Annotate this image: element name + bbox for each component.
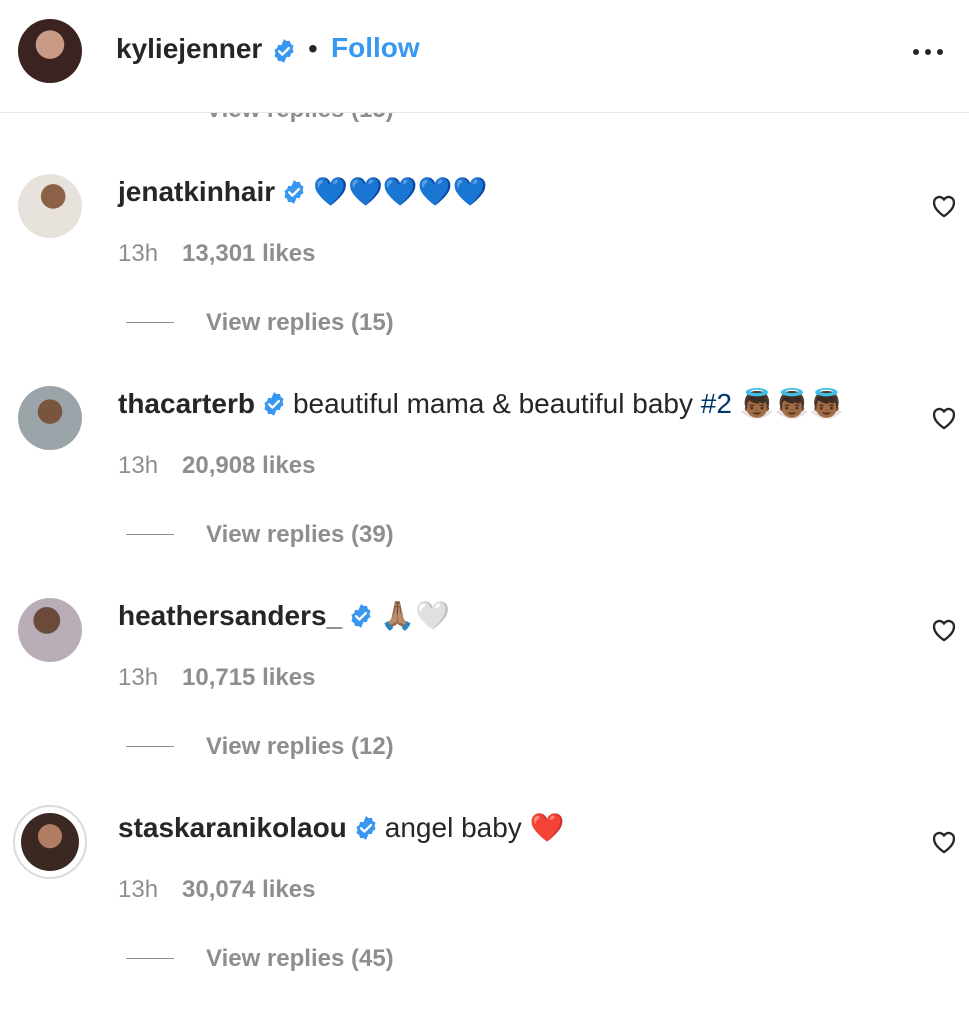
comment-username[interactable]: thacarterb [118, 388, 255, 419]
view-replies-link[interactable]: View replies (12) [206, 733, 394, 761]
comment-body: beautiful mama & beautiful baby [292, 388, 701, 419]
more-horizontal-icon[interactable] [912, 46, 944, 58]
avatar[interactable] [13, 805, 87, 879]
comment-likes[interactable]: 20,908 likes [182, 452, 315, 480]
comment-username[interactable]: heathersanders_ [118, 600, 342, 631]
comment-body: 🙏🏽🤍 [380, 600, 450, 631]
author-avatar[interactable] [18, 19, 82, 83]
avatar[interactable] [18, 386, 82, 450]
comment-time[interactable]: 13h [118, 240, 158, 268]
replies-divider [126, 958, 174, 959]
hashtag-link[interactable]: #2 [701, 388, 732, 419]
comment-body: angel baby ❤️ [384, 812, 565, 843]
comment-likes[interactable]: 10,715 likes [182, 664, 315, 692]
verified-badge-icon [348, 603, 374, 629]
comment-time[interactable]: 13h [118, 452, 158, 480]
comment-username[interactable]: jenatkinhair [118, 176, 275, 207]
verified-badge-icon [261, 391, 287, 417]
author-username[interactable]: kyliejenner [116, 33, 262, 65]
comment-time[interactable]: 13h [118, 876, 158, 904]
avatar[interactable] [18, 598, 82, 662]
comment-item: staskaranikolaou angel baby ❤️ 13h 30,074… [0, 805, 969, 1022]
heart-icon[interactable] [930, 192, 958, 218]
comment-likes[interactable]: 13,301 likes [182, 240, 315, 268]
view-replies-link[interactable]: View replies (39) [206, 521, 394, 549]
view-replies-link[interactable]: View replies (15) [206, 309, 394, 337]
heart-icon[interactable] [930, 616, 958, 642]
replies-divider [126, 746, 174, 747]
comment-time[interactable]: 13h [118, 664, 158, 692]
comment-item: heathersanders_ 🙏🏽🤍 13h 10,715 likes View… [0, 598, 969, 810]
comment-likes[interactable]: 30,074 likes [182, 876, 315, 904]
comment-username[interactable]: staskaranikolaou [118, 812, 347, 843]
view-replies-link[interactable]: View replies (45) [206, 945, 394, 973]
replies-divider [126, 534, 174, 535]
follow-button[interactable]: Follow [331, 32, 420, 64]
heart-icon[interactable] [930, 828, 958, 854]
verified-badge-icon [281, 179, 307, 205]
comment-text: heathersanders_ 🙏🏽🤍 [118, 600, 450, 632]
verified-badge-icon [271, 38, 297, 64]
comment-item: thacarterb beautiful mama & beautiful bab… [0, 386, 969, 598]
separator-dot: • [308, 33, 318, 64]
verified-badge-icon [353, 815, 379, 841]
replies-divider [126, 322, 174, 323]
comment-item: jenatkinhair 💙💙💙💙💙 13h 13,301 likes View … [0, 174, 969, 386]
heart-icon[interactable] [930, 404, 958, 430]
comment-text: thacarterb beautiful mama & beautiful bab… [118, 388, 844, 420]
comment-emoji: 👼🏾👼🏾👼🏾 [731, 388, 845, 419]
post-header: kyliejenner • Follow [0, 0, 969, 113]
comment-body: 💙💙💙💙💙 [313, 176, 488, 207]
comment-text: jenatkinhair 💙💙💙💙💙 [118, 176, 488, 208]
comment-text: staskaranikolaou angel baby ❤️ [118, 812, 564, 844]
avatar[interactable] [18, 174, 82, 238]
